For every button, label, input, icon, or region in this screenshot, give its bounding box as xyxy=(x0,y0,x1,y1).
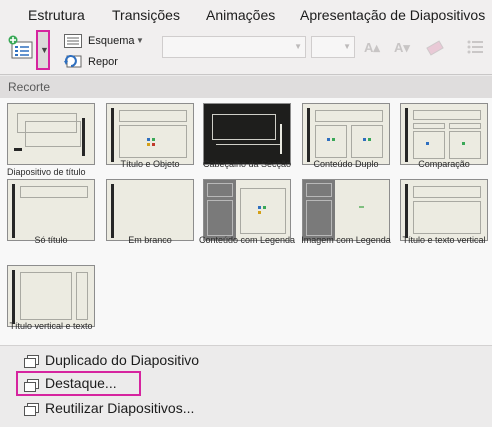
clear-format-icon[interactable] xyxy=(426,38,450,56)
reuse-slides-icon xyxy=(24,403,39,416)
ribbon-tab-bar: Estrutura Transições Animações Apresenta… xyxy=(0,0,492,31)
layout-thumb-title-slide[interactable] xyxy=(7,103,95,165)
font-name-field[interactable]: ▼ xyxy=(162,36,306,58)
layout-chevron-icon: ▼ xyxy=(136,36,144,45)
layout-label-title-slide: Diapositivo de título xyxy=(7,167,86,177)
layout-thumb-two-content[interactable] xyxy=(302,103,390,165)
layout-label-title-vertical-text: Título e texto vertical xyxy=(402,235,486,245)
chevron-down-icon: ▼ xyxy=(40,45,49,55)
layout-label-section-header: Cabeçalho da Secção xyxy=(202,159,292,169)
layout-thumb-content-caption[interactable] xyxy=(203,179,291,241)
tab-transicoes[interactable]: Transições xyxy=(112,7,180,23)
highlight-box xyxy=(16,371,141,396)
layout-label-vertical-title-text: Título vertical e texto xyxy=(9,321,93,331)
layout-thumb-picture-caption[interactable] xyxy=(302,179,390,241)
layout-thumb-section-header[interactable] xyxy=(203,103,291,165)
layout-button[interactable]: Esquema xyxy=(88,35,134,47)
font-size-field[interactable]: ▼ xyxy=(311,36,355,58)
layout-label-content-caption: Conteúdo com Legenda xyxy=(198,235,296,245)
bullets-icon[interactable] xyxy=(466,38,484,56)
section-title: Recorte xyxy=(8,80,51,94)
layout-label-comparison: Comparação xyxy=(418,159,470,169)
layout-label-picture-caption: Imagem com Legenda xyxy=(301,235,391,245)
layout-thumb-comparison[interactable] xyxy=(400,103,488,165)
tab-animacoes[interactable]: Animações xyxy=(206,7,275,23)
new-slide-icon[interactable] xyxy=(8,34,34,64)
menu-separator xyxy=(0,345,492,346)
shrink-font-icon[interactable]: A▾ xyxy=(394,40,410,56)
tab-estrutura[interactable]: Estrutura xyxy=(28,7,85,23)
layout-thumb-vertical-title-text[interactable] xyxy=(7,265,95,327)
layout-thumb-blank[interactable] xyxy=(106,179,194,241)
layout-thumb-title-only[interactable] xyxy=(7,179,95,241)
reset-button[interactable]: Repor xyxy=(88,56,118,68)
menu-duplicate-slide[interactable]: Duplicado do Diapositivo xyxy=(45,352,199,368)
menu-reuse-slides[interactable]: Reutilizar Diapositivos... xyxy=(45,400,194,416)
layout-thumb-title-content[interactable] xyxy=(106,103,194,165)
layout-label-title-content: Título e Objeto xyxy=(120,159,180,169)
grow-font-icon[interactable]: A▴ xyxy=(364,40,380,56)
duplicate-slide-icon xyxy=(24,355,39,368)
section-header: Recorte xyxy=(0,76,492,99)
new-slide-dropdown-button[interactable]: ▼ xyxy=(36,30,50,70)
reset-icon xyxy=(64,53,82,69)
tab-apresentacao[interactable]: Apresentação de Diapositivos xyxy=(300,7,485,23)
layout-label-two-content: Conteúdo Duplo xyxy=(313,159,379,169)
layout-thumb-title-vertical-text[interactable] xyxy=(400,179,488,241)
layout-label-title-only: Só título xyxy=(34,235,68,245)
layout-label-blank: Em branco xyxy=(128,235,172,245)
layout-icon xyxy=(64,34,82,48)
